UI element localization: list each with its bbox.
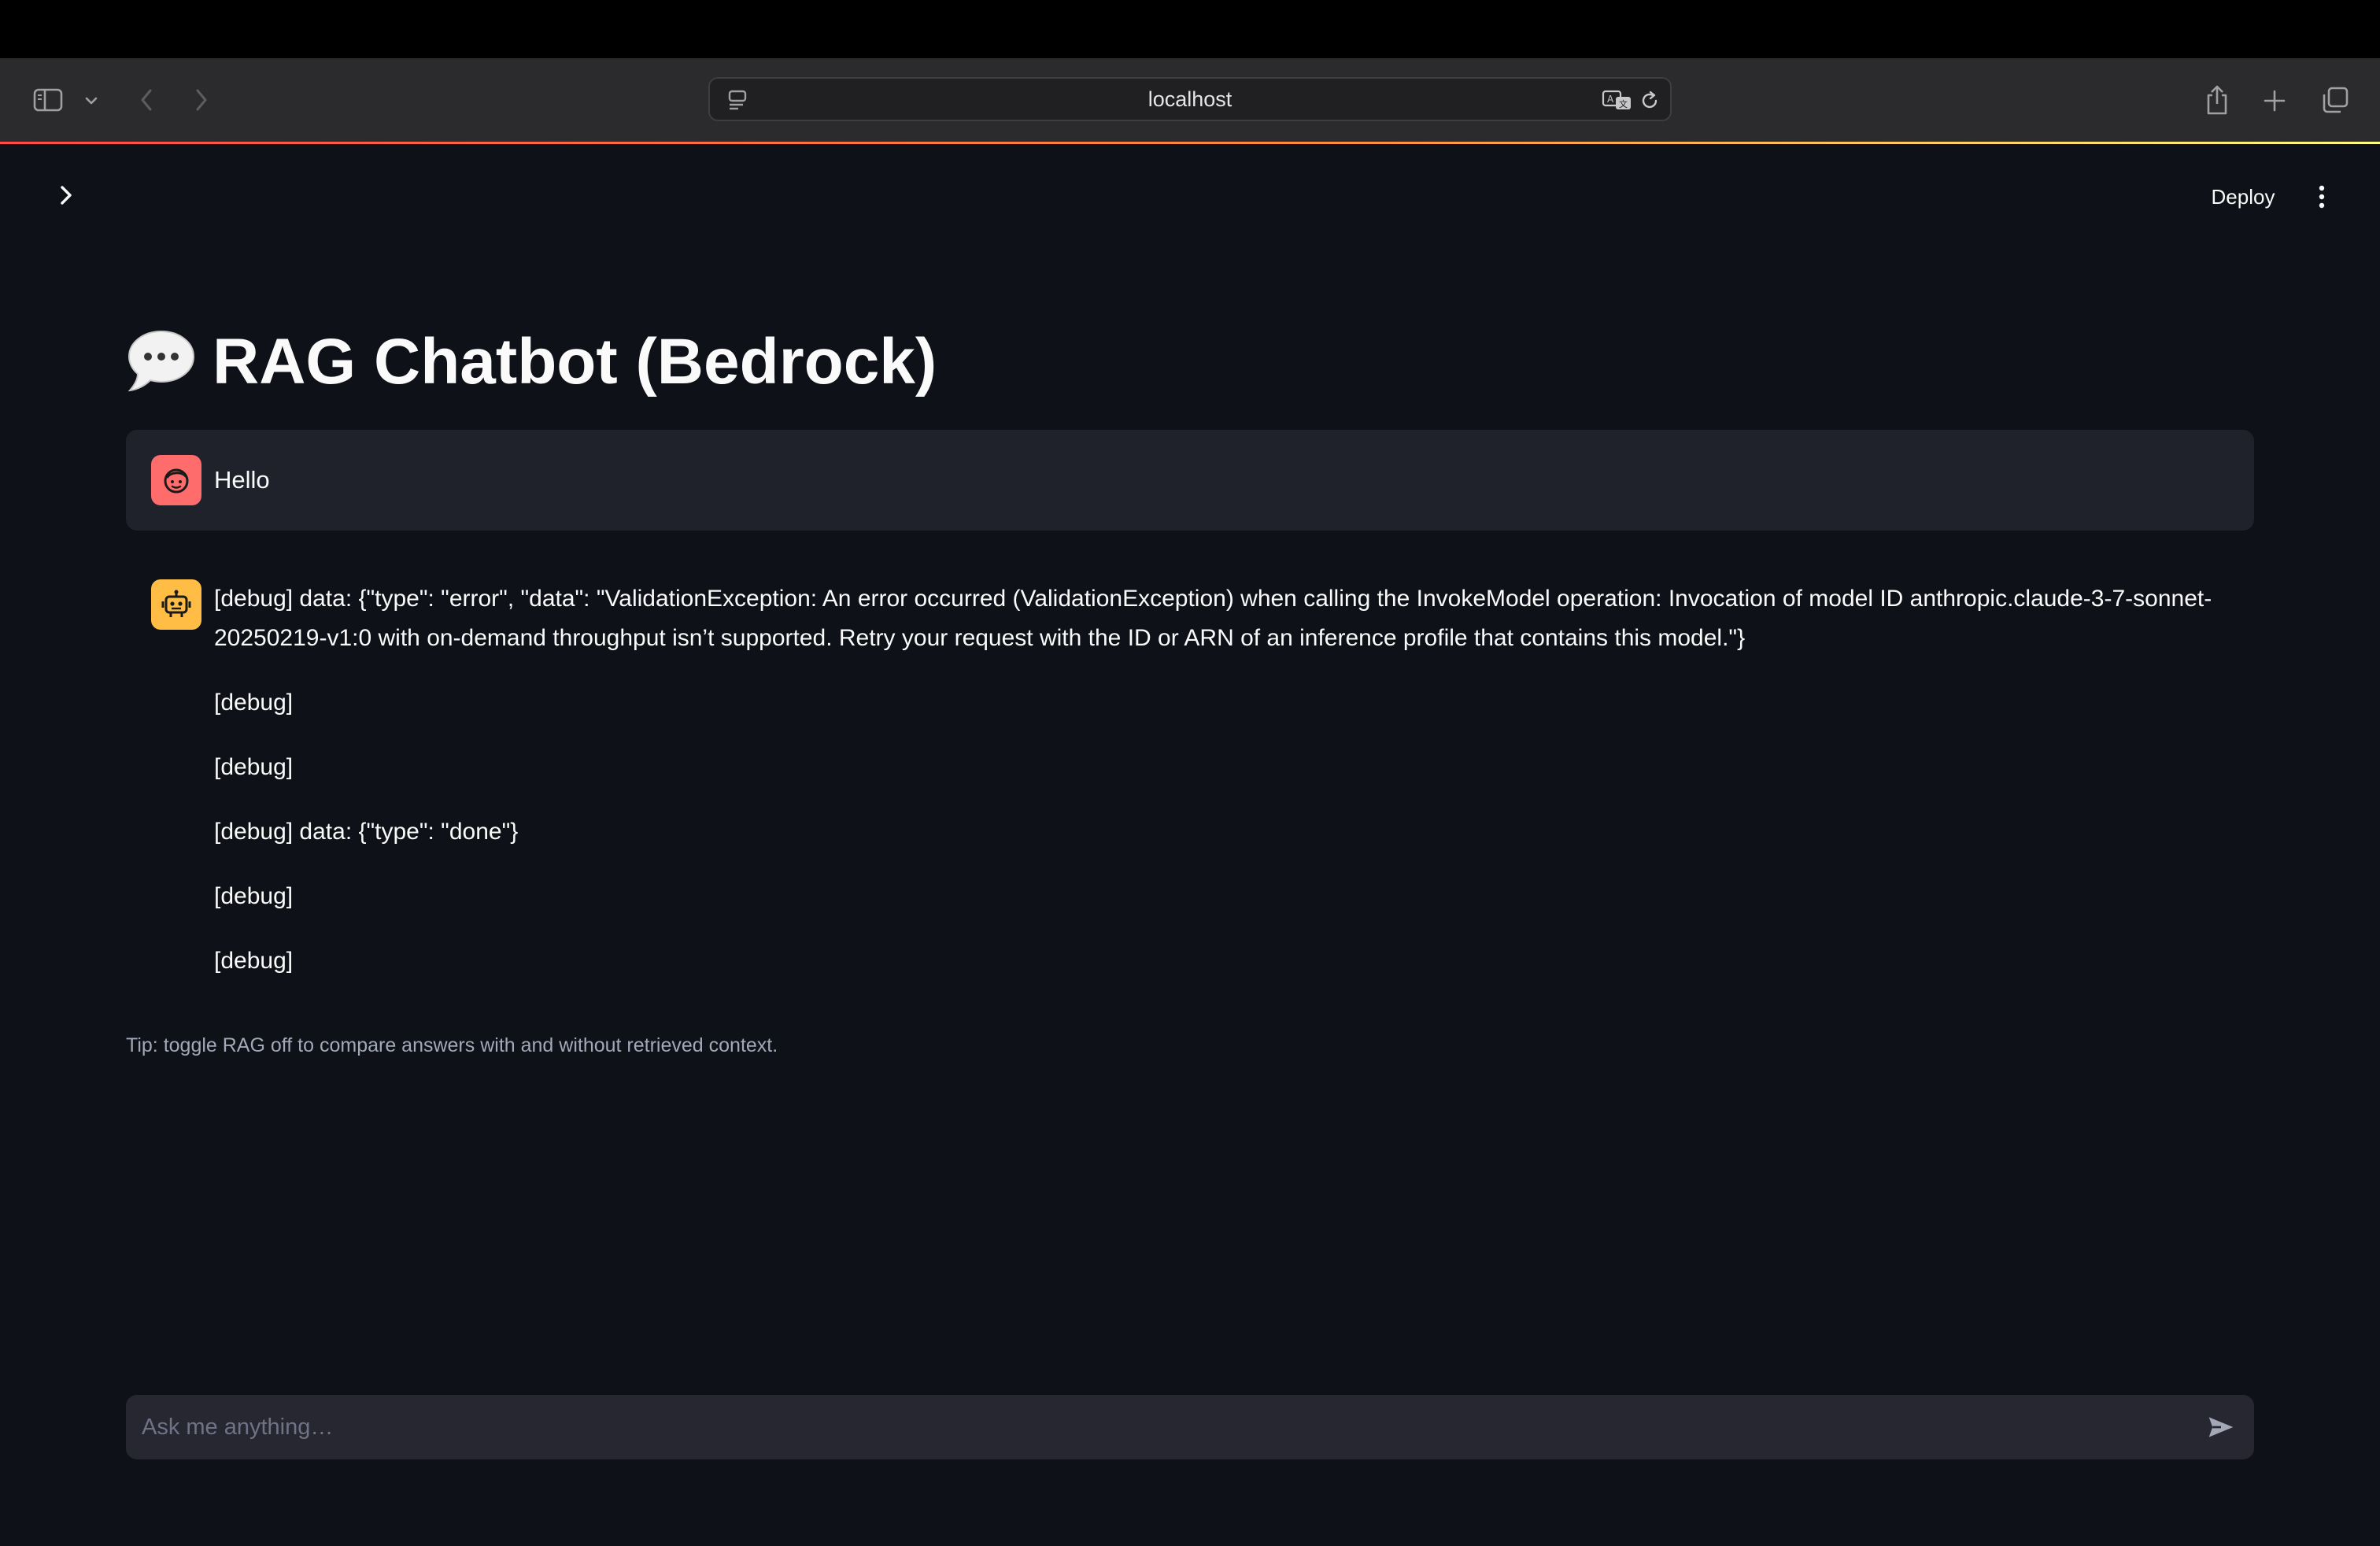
- chevron-down-icon[interactable]: [80, 90, 102, 112]
- reload-icon[interactable]: [1637, 88, 1662, 113]
- send-button[interactable]: [2202, 1408, 2240, 1446]
- chevron-left-icon[interactable]: [131, 82, 162, 118]
- share-icon[interactable]: [2199, 80, 2235, 120]
- main-menu-button[interactable]: [2304, 179, 2339, 214]
- tip-caption: Tip: toggle RAG off to compare answers w…: [126, 1034, 778, 1056]
- assistant-message-line: [debug]: [214, 948, 294, 974]
- os-menu-bar: [0, 0, 2380, 58]
- assistant-avatar: [151, 579, 201, 630]
- deploy-button[interactable]: Deploy: [2194, 178, 2292, 216]
- tabs-overview-icon[interactable]: [2317, 82, 2353, 118]
- chevron-right-icon[interactable]: [186, 82, 217, 118]
- robot-icon: [161, 590, 191, 617]
- chat-message-user: Hello: [126, 430, 2254, 531]
- user-face-icon: [164, 468, 189, 494]
- speech-bubble-icon: [128, 330, 195, 392]
- chat-input[interactable]: [140, 1395, 2171, 1459]
- sidebar-expand-button[interactable]: [49, 178, 83, 213]
- translate-icon[interactable]: A文: [1601, 87, 1634, 113]
- chevron-right-icon: [61, 186, 72, 205]
- assistant-message-line: [debug] data: {"type": "done"}: [214, 819, 519, 845]
- send-icon: [2208, 1417, 2234, 1437]
- chat-message-assistant: [debug] data: {"type": "error", "data": …: [214, 579, 2245, 1006]
- address-text: localhost: [1148, 87, 1232, 111]
- assistant-message-line: [debug]: [214, 883, 294, 909]
- chat-input-container: [126, 1395, 2254, 1459]
- assistant-message-line: [debug]: [214, 690, 294, 716]
- vertical-ellipsis-icon: [2319, 185, 2325, 209]
- assistant-message-line: [debug]: [214, 754, 294, 780]
- assistant-message-line: [debug] data: {"type": "error", "data": …: [214, 586, 2212, 651]
- user-avatar: [151, 455, 201, 505]
- user-message-text: Hello: [214, 466, 270, 494]
- svg-text:A: A: [1607, 94, 1614, 105]
- header-decoration-line: [0, 142, 2380, 144]
- page-title-text: RAG Chatbot (Bedrock): [213, 326, 937, 398]
- svg-text:文: 文: [1619, 98, 1628, 109]
- page-title: RAG Chatbot (Bedrock): [124, 315, 937, 409]
- plus-icon[interactable]: [2257, 83, 2292, 118]
- address-bar[interactable]: localhost A文: [708, 77, 1672, 121]
- sidebar-icon[interactable]: [30, 82, 66, 118]
